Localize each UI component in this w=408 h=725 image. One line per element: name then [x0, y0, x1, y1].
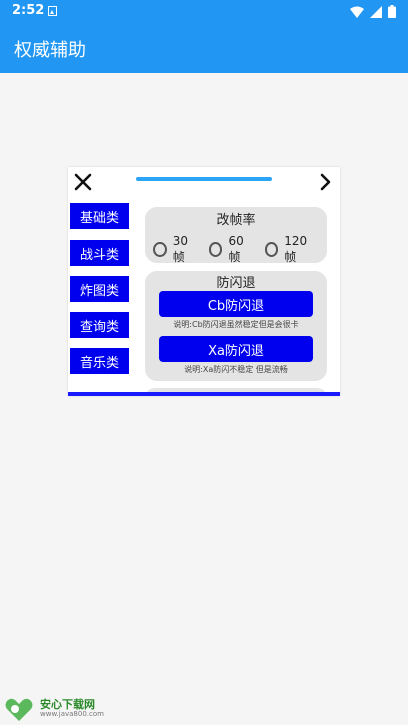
xa-anti-flash-button[interactable]: Xa防闪退 [159, 336, 313, 362]
fps-radio-120[interactable] [264, 242, 279, 257]
fps-options: 30帧 60帧 120帧 [153, 234, 327, 265]
drag-bar[interactable] [136, 177, 272, 181]
sidebar-item-music[interactable]: 音乐类 [70, 348, 129, 374]
floating-menu-panel: 基础类 战斗类 炸图类 查询类 音乐类 改帧率 30帧 60帧 120帧 防闪退… [68, 167, 340, 396]
battery-icon [388, 5, 396, 18]
watermark-url: www.java800.com [40, 710, 104, 718]
xa-anti-flash-note: 说明:Xa防闪不稳定 但是流畅 [184, 365, 288, 374]
close-icon [74, 173, 92, 191]
sidebar-item-combat[interactable]: 战斗类 [70, 240, 129, 266]
fps-label-30: 30帧 [172, 234, 188, 264]
heart-logo-icon [5, 698, 33, 721]
signal-icon [370, 5, 382, 18]
status-bar: 2:52 [0, 0, 408, 24]
cb-anti-flash-note: 说明:Cb防闪退虽然稳定但是会很卡 [173, 320, 299, 329]
fps-label-60: 60帧 [228, 234, 244, 264]
fps-radio-60[interactable] [208, 242, 223, 257]
sidebar-item-map[interactable]: 炸图类 [70, 276, 129, 302]
fps-label-120: 120帧 [284, 234, 308, 264]
app-bar: 权威辅助 [0, 24, 408, 73]
fps-card-title: 改帧率 [216, 213, 256, 228]
next-button[interactable] [318, 171, 334, 193]
sidebar-item-query[interactable]: 查询类 [70, 312, 129, 338]
anti-flash-card: 防闪退 Cb防闪退 说明:Cb防闪退虽然稳定但是会很卡 Xa防闪退 说明:Xa防… [145, 271, 327, 381]
watermark-logo: 安心下载网 www.java800.com [4, 694, 104, 722]
wifi-icon [350, 6, 364, 18]
fps-radio-30[interactable] [153, 242, 167, 257]
close-button[interactable] [72, 169, 94, 193]
cb-anti-flash-button[interactable]: Cb防闪退 [159, 291, 313, 317]
chevron-right-icon [320, 173, 331, 191]
panel-bottom-bar [68, 392, 340, 396]
sidebar-item-basic[interactable]: 基础类 [70, 203, 129, 229]
status-time: 2:52 [12, 3, 45, 18]
anti-flash-card-title: 防闪退 [216, 276, 256, 291]
status-icons [350, 5, 396, 18]
app-title: 权威辅助 [14, 40, 86, 61]
notification-icon [48, 6, 57, 16]
fps-card: 改帧率 30帧 60帧 120帧 [145, 207, 327, 265]
